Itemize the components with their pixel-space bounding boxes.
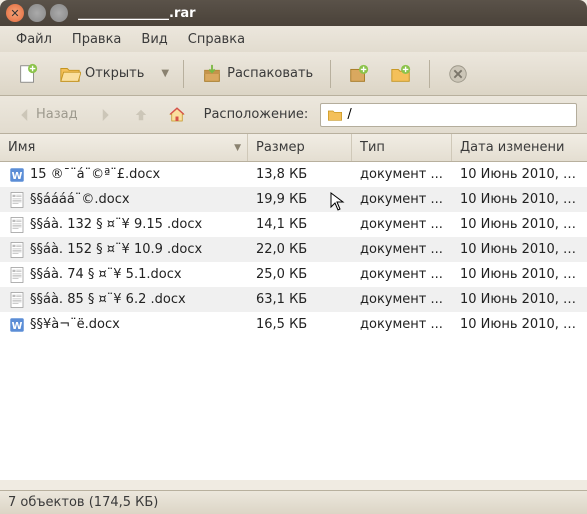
add-folder-button[interactable] xyxy=(383,58,419,90)
cell-type: документ ... xyxy=(352,217,452,232)
cell-date: 10 Июнь 2010, 2... xyxy=(452,242,587,257)
up-icon xyxy=(132,106,150,124)
cell-size: 13,8 КБ xyxy=(248,167,352,182)
file-list: W15 ®¯¨á¨©ª¨£.docx13,8 КБдокумент ...10 … xyxy=(0,162,587,480)
add-files-button[interactable] xyxy=(341,58,377,90)
svg-text:W: W xyxy=(12,320,23,331)
cell-type: документ ... xyxy=(352,317,452,332)
cell-size: 19,9 КБ xyxy=(248,192,352,207)
cell-size: 22,0 КБ xyxy=(248,242,352,257)
location-label: Расположение: xyxy=(204,107,309,122)
close-icon[interactable]: ✕ xyxy=(6,4,24,22)
cell-name: §§áà. 152 § ¤¨¥ 10.9 .docx xyxy=(0,241,248,259)
statusbar: 7 объектов (174,5 КБ) xyxy=(0,490,587,514)
menu-view[interactable]: Вид xyxy=(133,29,175,50)
cell-date: 10 Июнь 2010, 2... xyxy=(452,317,587,332)
add-folder-icon xyxy=(390,63,412,85)
extract-label: Распаковать xyxy=(227,66,313,81)
folder-icon xyxy=(327,107,343,123)
navbar: Назад Расположение: / xyxy=(0,96,587,134)
cell-size: 14,1 КБ xyxy=(248,217,352,232)
folder-open-icon xyxy=(59,63,81,85)
home-button[interactable] xyxy=(162,102,192,128)
cell-date: 10 Июнь 2010, 2... xyxy=(452,267,587,282)
cell-name: §§áà. 85 § ¤¨¥ 6.2 .docx xyxy=(0,291,248,309)
separator xyxy=(183,60,184,88)
cell-date: 10 Июнь 2010, 2... xyxy=(452,292,587,307)
table-row[interactable]: W15 ®¯¨á¨©ª¨£.docx13,8 КБдокумент ...10 … xyxy=(0,162,587,187)
menu-file[interactable]: Файл xyxy=(8,29,60,50)
location-field[interactable]: / xyxy=(320,103,577,127)
table-row[interactable]: §§áà. 132 § ¤¨¥ 9.15 .docx14,1 КБдокумен… xyxy=(0,212,587,237)
forward-button[interactable] xyxy=(90,102,120,128)
sort-indicator-icon: ▼ xyxy=(234,143,241,153)
titlebar: ✕ ______________.rar xyxy=(0,0,587,26)
home-icon xyxy=(168,106,186,124)
header-size[interactable]: Размер xyxy=(248,134,352,161)
cell-size: 16,5 КБ xyxy=(248,317,352,332)
cell-size: 63,1 КБ xyxy=(248,292,352,307)
new-archive-button[interactable] xyxy=(10,58,46,90)
cell-size: 25,0 КБ xyxy=(248,267,352,282)
cell-type: документ ... xyxy=(352,267,452,282)
open-dropdown[interactable]: ▼ xyxy=(157,68,173,79)
table-row[interactable]: §§áà. 74 § ¤¨¥ 5.1.docx25,0 КБдокумент .… xyxy=(0,262,587,287)
menu-help[interactable]: Справка xyxy=(180,29,253,50)
header-type[interactable]: Тип xyxy=(352,134,452,161)
cell-type: документ ... xyxy=(352,167,452,182)
stop-button[interactable] xyxy=(440,58,476,90)
back-button[interactable]: Назад xyxy=(10,102,84,128)
cell-date: 10 Июнь 2010, 2... xyxy=(452,167,587,182)
status-text: 7 объектов (174,5 КБ) xyxy=(8,495,158,510)
menubar: Файл Правка Вид Справка xyxy=(0,26,587,52)
cell-name: §§áà. 132 § ¤¨¥ 9.15 .docx xyxy=(0,216,248,234)
forward-icon xyxy=(96,106,114,124)
header-name[interactable]: Имя▼ xyxy=(0,134,248,161)
table-row[interactable]: §§áà. 85 § ¤¨¥ 6.2 .docx63,1 КБдокумент … xyxy=(0,287,587,312)
cell-type: документ ... xyxy=(352,242,452,257)
extract-icon xyxy=(201,63,223,85)
cell-date: 10 Июнь 2010, 2... xyxy=(452,192,587,207)
svg-text:W: W xyxy=(12,170,23,181)
cell-name: §§áááá¨©.docx xyxy=(0,191,248,209)
cell-type: документ ... xyxy=(352,192,452,207)
separator xyxy=(429,60,430,88)
back-icon xyxy=(16,106,34,124)
up-button[interactable] xyxy=(126,102,156,128)
cell-name: §§áà. 74 § ¤¨¥ 5.1.docx xyxy=(0,266,248,284)
back-label: Назад xyxy=(36,107,78,122)
new-archive-icon xyxy=(17,63,39,85)
location-path: / xyxy=(347,107,351,122)
separator xyxy=(330,60,331,88)
menu-edit[interactable]: Правка xyxy=(64,29,129,50)
cell-type: документ ... xyxy=(352,292,452,307)
toolbar: Открыть ▼ Распаковать xyxy=(0,52,587,96)
table-row[interactable]: §§áà. 152 § ¤¨¥ 10.9 .docx22,0 КБдокумен… xyxy=(0,237,587,262)
extract-button[interactable]: Распаковать xyxy=(194,58,320,90)
column-headers: Имя▼ Размер Тип Дата изменени xyxy=(0,134,587,162)
open-label: Открыть xyxy=(85,66,144,81)
stop-icon xyxy=(447,63,469,85)
add-files-icon xyxy=(348,63,370,85)
cell-date: 10 Июнь 2010, 2... xyxy=(452,217,587,232)
table-row[interactable]: W§§¥à¬¨ë.docx16,5 КБдокумент ...10 Июнь … xyxy=(0,312,587,337)
open-button[interactable]: Открыть xyxy=(52,58,151,90)
header-date[interactable]: Дата изменени xyxy=(452,134,587,161)
cell-name: W§§¥à¬¨ë.docx xyxy=(0,316,248,334)
minimize-icon[interactable] xyxy=(28,4,46,22)
cell-name: W15 ®¯¨á¨©ª¨£.docx xyxy=(0,166,248,184)
table-row[interactable]: §§áááá¨©.docx19,9 КБдокумент ...10 Июнь … xyxy=(0,187,587,212)
maximize-icon[interactable] xyxy=(50,4,68,22)
window-title: ______________.rar xyxy=(78,6,196,21)
